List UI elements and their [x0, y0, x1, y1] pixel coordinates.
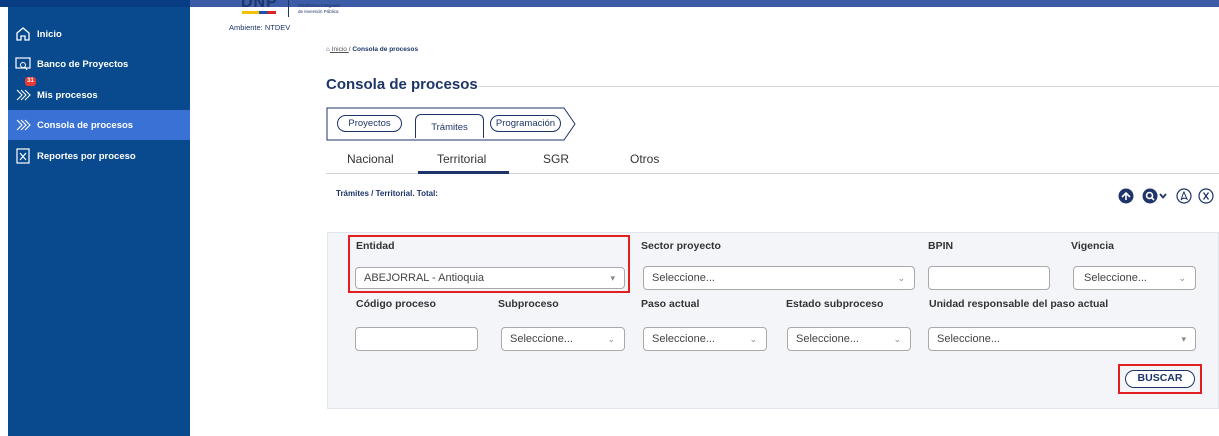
breadcrumb: ⌂ Inicio / Consola de procesos: [326, 46, 418, 53]
chevron-down-icon: ⌄: [1178, 273, 1186, 283]
tab-tramites[interactable]: Trámites: [415, 114, 484, 138]
chevron-down-icon: ▾: [1181, 334, 1186, 344]
excel-icon: [16, 148, 30, 164]
sidebar-item-label: Mis procesos: [37, 89, 98, 101]
sidebar-item-label: Consola de procesos: [37, 119, 134, 131]
tab-programacion[interactable]: Programación: [490, 115, 561, 132]
sector-value: Seleccione...: [652, 272, 715, 284]
tab-proyectos[interactable]: Proyectos: [337, 115, 402, 132]
chevron-down-icon: ⌄: [749, 334, 757, 344]
subtab-nacional[interactable]: Nacional: [347, 152, 394, 166]
unidad-label: Unidad responsable del paso actual: [929, 298, 1109, 310]
unidad-select[interactable]: Seleccione... ▾: [928, 327, 1196, 351]
entidad-select[interactable]: ABEJORRAL - Antioquia ▾: [355, 267, 625, 289]
sidebar-item-label: Inicio: [37, 28, 62, 40]
paso-label: Paso actual: [641, 298, 700, 310]
logo-subtitle-line1: Plataforma Integrada: [298, 3, 341, 8]
sector-select[interactable]: Seleccione... ⌄: [643, 266, 915, 290]
notification-badge: 31: [25, 77, 36, 86]
bpin-label: BPIN: [928, 240, 954, 252]
excel-icon[interactable]: [1198, 188, 1214, 204]
subtab-active-indicator: [418, 171, 509, 174]
estado-value: Seleccione...: [796, 333, 859, 345]
paso-select[interactable]: Seleccione... ⌄: [643, 327, 767, 351]
logo-divider: [288, 0, 289, 17]
paso-value: Seleccione...: [652, 333, 715, 345]
results-summary: Trámites / Territorial. Total:: [336, 189, 438, 198]
search-icon[interactable]: [1142, 188, 1170, 204]
sidebar-item-label: Banco de Proyectos: [37, 58, 129, 70]
process-icon: [16, 119, 31, 131]
entidad-label: Entidad: [356, 240, 395, 252]
pdf-icon[interactable]: [1176, 188, 1192, 204]
sidebar: Inicio Banco de Proyectos 31 Mis proceso…: [8, 7, 190, 436]
vigencia-value: Seleccione...: [1084, 272, 1147, 284]
codigo-label: Código proceso: [356, 298, 436, 310]
process-icon: [16, 89, 31, 101]
vigencia-select[interactable]: Seleccione... ⌄: [1073, 266, 1196, 290]
sidebar-item-reportes[interactable]: Reportes por proceso: [8, 141, 190, 171]
estado-select[interactable]: Seleccione... ⌄: [787, 327, 911, 351]
subtab-otros[interactable]: Otros: [630, 152, 659, 166]
subproceso-label: Subproceso: [498, 298, 559, 310]
subproceso-value: Seleccione...: [510, 333, 573, 345]
estado-label: Estado subproceso: [786, 298, 884, 310]
codigo-input[interactable]: [355, 327, 478, 351]
unidad-value: Seleccione...: [937, 333, 1000, 345]
page-title: Consola de procesos: [326, 76, 478, 93]
chevron-down-icon: ▾: [610, 273, 615, 283]
vigencia-label: Vigencia: [1071, 240, 1114, 252]
folder-icon: [15, 57, 31, 71]
buscar-button[interactable]: BUSCAR: [1125, 370, 1195, 388]
sidebar-item-consola-procesos[interactable]: Consola de procesos: [8, 110, 190, 140]
breadcrumb-home-link[interactable]: Inicio: [330, 46, 349, 53]
breadcrumb-current: Consola de procesos: [350, 46, 419, 53]
home-icon: [16, 27, 30, 41]
subtab-territorial[interactable]: Territorial: [437, 152, 486, 166]
app-root: Inicio Banco de Proyectos 31 Mis proceso…: [0, 0, 1219, 436]
sidebar-item-mis-procesos[interactable]: 31 Mis procesos: [8, 77, 190, 110]
logo-color-bar: [242, 11, 276, 14]
sidebar-item-label: Reportes por proceso: [37, 150, 136, 162]
chevron-down-icon: ⌄: [897, 273, 905, 283]
top-strip-left: [0, 0, 190, 7]
chevron-down-icon: ⌄: [607, 334, 615, 344]
subtab-sgr[interactable]: SGR: [543, 152, 569, 166]
bpin-input[interactable]: [928, 266, 1050, 290]
logo-subtitle-line2: de Inversión Pública: [298, 8, 339, 14]
title-divider: [478, 86, 1219, 87]
logo-subtitle: Plataforma Integrada de Inversión Públic…: [298, 3, 340, 14]
sidebar-item-banco-proyectos[interactable]: Banco de Proyectos: [8, 49, 190, 79]
chevron-down-icon: ⌄: [893, 334, 901, 344]
upload-icon[interactable]: [1118, 188, 1134, 204]
sector-label: Sector proyecto: [641, 240, 721, 252]
entidad-value: ABEJORRAL - Antioquia: [364, 272, 485, 284]
subproceso-select[interactable]: Seleccione... ⌄: [501, 327, 625, 351]
sidebar-item-inicio[interactable]: Inicio: [8, 19, 190, 49]
environment-label: Ambiente: NTDEV: [229, 23, 291, 32]
